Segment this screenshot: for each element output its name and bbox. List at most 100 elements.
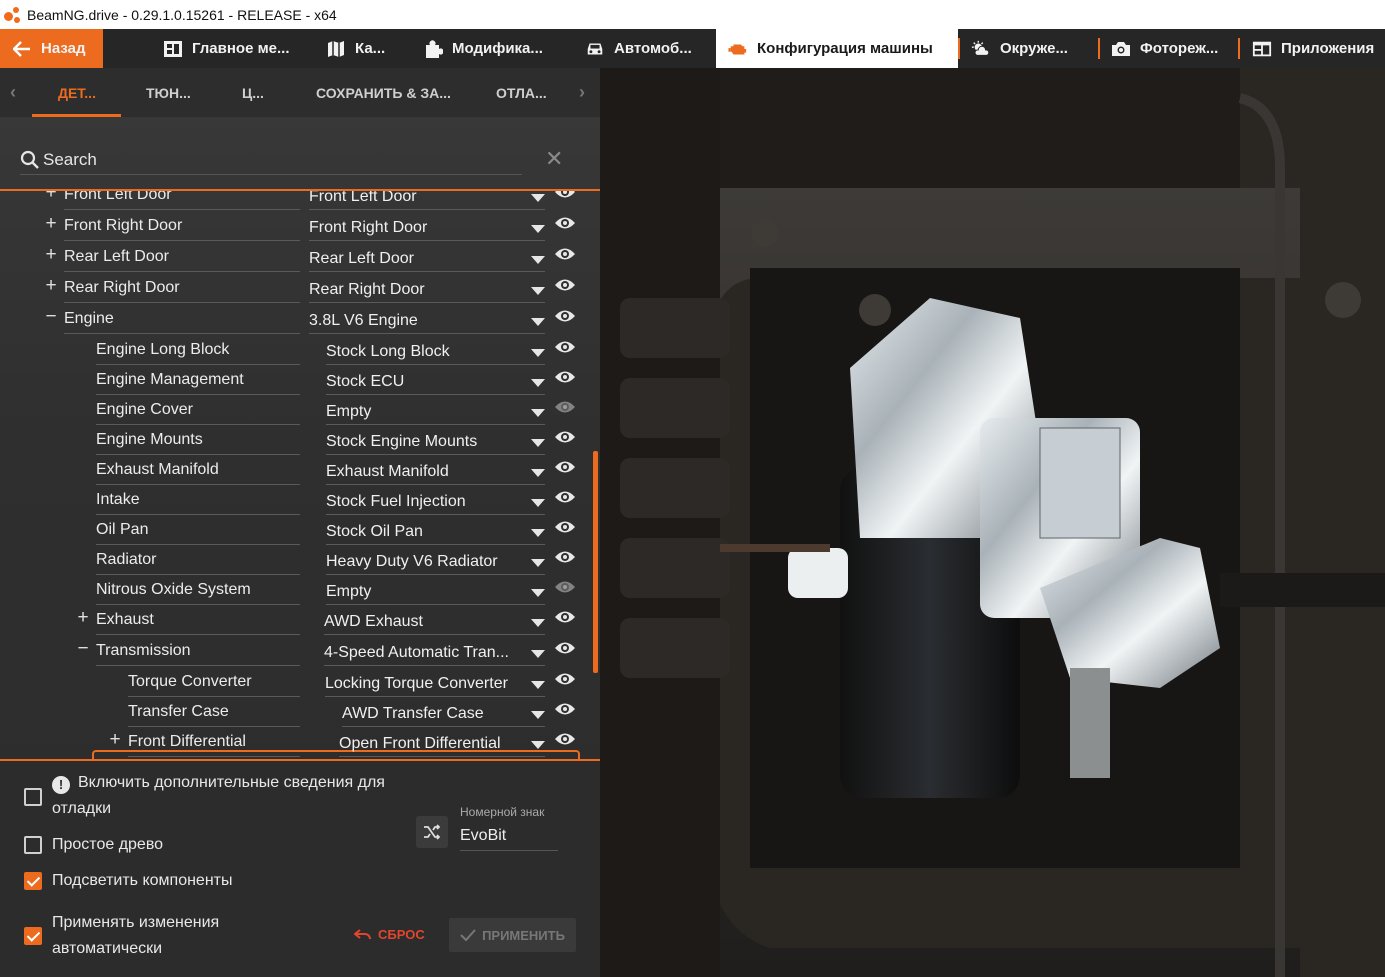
dropdown-caret-icon[interactable]	[531, 225, 545, 233]
menu-vehicles[interactable]: Автомоб...	[585, 29, 692, 68]
part-select-dropdown[interactable]: Heavy Duty V6 Radiator	[326, 546, 545, 576]
part-select-dropdown[interactable]: 3.8L V6 Engine	[309, 305, 545, 335]
visibility-eye-icon[interactable]	[554, 339, 576, 355]
visibility-eye-icon[interactable]	[554, 640, 576, 656]
reset-button[interactable]: СБРОС	[354, 927, 425, 942]
dropdown-caret-icon[interactable]	[531, 409, 545, 417]
part-row[interactable]: Torque Converter Locking Torque Converter	[0, 668, 600, 698]
dropdown-caret-icon[interactable]	[531, 741, 545, 749]
dropdown-caret-icon[interactable]	[531, 379, 545, 387]
highlight-parts-checkbox[interactable]	[24, 872, 42, 890]
tab-save-load[interactable]: СОХРАНИТЬ & ЗА...	[316, 68, 451, 117]
part-select-dropdown[interactable]: Stock ECU	[326, 366, 545, 396]
visibility-eye-icon[interactable]	[554, 246, 576, 262]
expand-icon[interactable]: +	[44, 276, 58, 295]
part-row[interactable]: + Front Differential Open Front Differenti…	[0, 728, 600, 758]
visibility-eye-icon[interactable]	[554, 215, 576, 231]
visibility-eye-icon[interactable]	[554, 369, 576, 385]
part-row[interactable]: Exhaust Manifold Exhaust Manifold	[0, 456, 600, 486]
dropdown-caret-icon[interactable]	[531, 194, 545, 202]
part-row[interactable]: Oil Pan Stock Oil Pan	[0, 516, 600, 546]
menu-photo-mode[interactable]: Фотореж...	[1111, 29, 1218, 68]
randomize-plate-button[interactable]	[416, 816, 448, 848]
dropdown-caret-icon[interactable]	[531, 318, 545, 326]
dropdown-caret-icon[interactable]	[531, 469, 545, 477]
part-row[interactable]: + Exhaust AWD Exhaust	[0, 606, 600, 636]
part-row[interactable]: Engine Long Block Stock Long Block	[0, 336, 600, 366]
dropdown-caret-icon[interactable]	[531, 681, 545, 689]
menu-apps[interactable]: Приложения	[1252, 29, 1374, 68]
part-row[interactable]: − Engine 3.8L V6 Engine	[0, 305, 600, 335]
dropdown-caret-icon[interactable]	[531, 439, 545, 447]
visibility-eye-icon[interactable]	[554, 671, 576, 687]
part-row[interactable]: Engine Management Stock ECU	[0, 366, 600, 396]
dropdown-caret-icon[interactable]	[531, 287, 545, 295]
tabs-scroll-right-icon[interactable]: ›	[579, 82, 585, 103]
part-select-dropdown[interactable]: AWD Transfer Case	[342, 698, 545, 728]
tab-debug[interactable]: ОТЛА...	[496, 68, 547, 117]
visibility-eye-icon[interactable]	[554, 701, 576, 717]
visibility-eye-icon[interactable]	[554, 277, 576, 293]
visibility-eye-icon[interactable]	[554, 191, 576, 200]
part-select-dropdown[interactable]: Front Right Door	[309, 212, 545, 242]
part-row[interactable]: + Rear Right Door Rear Right Door	[0, 274, 600, 304]
dropdown-caret-icon[interactable]	[531, 499, 545, 507]
dropdown-caret-icon[interactable]	[531, 529, 545, 537]
apply-button[interactable]: ПРИМЕНИТЬ	[449, 918, 576, 952]
simple-tree-checkbox[interactable]	[24, 836, 42, 854]
expand-icon[interactable]: +	[44, 191, 58, 202]
part-select-dropdown[interactable]: Stock Fuel Injection	[326, 486, 545, 516]
expand-icon[interactable]: +	[76, 608, 90, 627]
part-row[interactable]: + Front Right Door Front Right Door	[0, 212, 600, 242]
visibility-eye-icon[interactable]	[554, 609, 576, 625]
visibility-eye-icon[interactable]	[554, 549, 576, 565]
part-select-dropdown[interactable]: Front Left Door	[309, 191, 545, 211]
collapse-icon[interactable]: −	[44, 307, 58, 326]
visibility-eye-icon[interactable]	[554, 731, 576, 747]
dropdown-caret-icon[interactable]	[531, 559, 545, 567]
part-select-dropdown[interactable]: Locking Torque Converter	[325, 668, 545, 698]
menu-environment[interactable]: Окруже...	[971, 29, 1068, 68]
back-button[interactable]: Назад	[0, 29, 103, 68]
part-row[interactable]: Intake Stock Fuel Injection	[0, 486, 600, 516]
dropdown-caret-icon[interactable]	[531, 711, 545, 719]
part-select-dropdown[interactable]: Empty	[326, 576, 545, 606]
menu-mods[interactable]: Модифика...	[423, 29, 543, 68]
auto-apply-checkbox[interactable]	[24, 927, 42, 945]
expand-icon[interactable]: +	[44, 245, 58, 264]
part-select-dropdown[interactable]: Rear Right Door	[309, 274, 545, 304]
visibility-eye-icon[interactable]	[554, 429, 576, 445]
search-input[interactable]: Search	[20, 146, 522, 175]
parts-tree-scrollbar[interactable]	[593, 451, 598, 673]
visibility-eye-icon[interactable]	[554, 459, 576, 475]
tab-tuning[interactable]: ТЮН...	[146, 68, 191, 117]
part-row[interactable]: Engine Mounts Stock Engine Mounts	[0, 426, 600, 456]
tab-color[interactable]: Ц...	[242, 68, 264, 117]
part-select-dropdown[interactable]: AWD Exhaust	[324, 606, 545, 636]
tabs-scroll-left-icon[interactable]: ‹	[10, 82, 16, 103]
tab-parts[interactable]: ДЕТ...	[58, 68, 96, 117]
vehicle-3d-viewport[interactable]	[600, 68, 1385, 977]
expand-icon[interactable]: +	[108, 730, 122, 749]
visibility-eye-icon[interactable]	[554, 519, 576, 535]
part-select-dropdown[interactable]: Stock Oil Pan	[326, 516, 545, 546]
dropdown-caret-icon[interactable]	[531, 256, 545, 264]
part-row[interactable]: − Transmission 4-Speed Automatic Tran...	[0, 637, 600, 667]
part-row[interactable]: Nitrous Oxide System Empty	[0, 576, 600, 606]
dropdown-caret-icon[interactable]	[531, 619, 545, 627]
part-select-dropdown[interactable]: 4-Speed Automatic Tran...	[324, 637, 545, 667]
visibility-eye-icon[interactable]	[554, 308, 576, 324]
part-select-dropdown[interactable]: Stock Engine Mounts	[326, 426, 545, 456]
clear-search-icon[interactable]: ✕	[545, 146, 563, 172]
part-select-dropdown[interactable]: Stock Long Block	[326, 336, 545, 366]
visibility-eye-icon[interactable]	[554, 579, 576, 595]
part-row[interactable]: + Front Left Door Front Left Door	[0, 191, 600, 211]
license-plate-input[interactable]: EvoBit	[460, 827, 558, 851]
dropdown-caret-icon[interactable]	[531, 589, 545, 597]
part-select-dropdown[interactable]: Open Front Differential	[339, 728, 545, 758]
part-row[interactable]: Transfer Case AWD Transfer Case	[0, 698, 600, 728]
dropdown-caret-icon[interactable]	[531, 650, 545, 658]
visibility-eye-icon[interactable]	[554, 399, 576, 415]
dropdown-caret-icon[interactable]	[531, 349, 545, 357]
debug-info-checkbox[interactable]	[24, 788, 42, 806]
